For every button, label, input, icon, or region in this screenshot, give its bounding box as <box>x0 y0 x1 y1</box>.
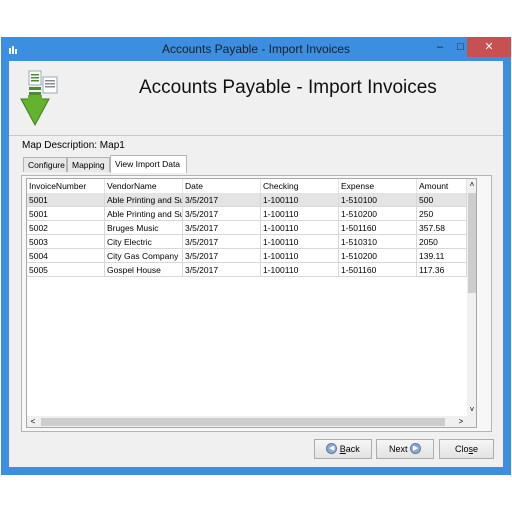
tab-mapping[interactable]: Mapping <box>67 157 110 172</box>
next-button[interactable]: Next ▶ <box>376 439 434 459</box>
cell-amount[interactable]: 250 <box>417 207 467 221</box>
back-button-label: ack <box>345 444 360 454</box>
scroll-right-icon[interactable]: > <box>455 416 467 427</box>
horizontal-scroll-thumb[interactable] <box>41 418 445 426</box>
minimize-button[interactable]: – <box>426 37 454 57</box>
tab-label: Mapping <box>72 160 105 170</box>
minimize-icon: – <box>436 41 444 53</box>
cell-expense[interactable]: 1-510100 <box>339 193 417 207</box>
cell-expense[interactable]: 1-501160 <box>339 263 417 277</box>
back-button[interactable]: ◀ Back <box>314 439 372 459</box>
cell-vendor-name[interactable]: Bruges Music <box>105 221 183 235</box>
column-header-expense[interactable]: Expense <box>339 179 417 193</box>
cell-checking[interactable]: 1-100110 <box>261 221 339 235</box>
scroll-left-icon[interactable]: < <box>27 416 39 427</box>
vertical-scrollbar[interactable]: ˄ ˅ <box>467 179 476 416</box>
table-row[interactable]: 5002 Bruges Music 3/5/2017 1-100110 1-50… <box>27 221 467 235</box>
cell-vendor-name[interactable]: Able Printing and Su <box>105 207 183 221</box>
column-header-invoice-number[interactable]: InvoiceNumber <box>27 179 105 193</box>
table-row[interactable]: 5003 City Electric 3/5/2017 1-100110 1-5… <box>27 235 467 249</box>
scrollbar-corner <box>467 416 476 427</box>
cell-invoice-number[interactable]: 5001 <box>27 193 105 207</box>
table-row[interactable]: 5005 Gospel House 3/5/2017 1-100110 1-50… <box>27 263 467 277</box>
close-window-button[interactable]: ✕ <box>467 37 511 57</box>
cell-amount[interactable]: 139.11 <box>417 249 467 263</box>
column-header-vendor-name[interactable]: VendorName <box>105 179 183 193</box>
cell-checking[interactable]: 1-100110 <box>261 207 339 221</box>
page-title: Accounts Payable - Import Invoices <box>139 77 437 98</box>
scroll-up-icon[interactable]: ˄ <box>467 179 476 191</box>
column-header-checking[interactable]: Checking <box>261 179 339 193</box>
cell-amount[interactable]: 2050 <box>417 235 467 249</box>
cell-expense[interactable]: 1-510200 <box>339 249 417 263</box>
horizontal-scrollbar[interactable]: < > <box>27 416 467 427</box>
next-button-label: Next <box>388 444 408 454</box>
cell-checking[interactable]: 1-100110 <box>261 249 339 263</box>
table-row[interactable]: 5004 City Gas Company 3/5/2017 1-100110 … <box>27 249 467 263</box>
tab-label: Configure <box>28 160 65 170</box>
cell-vendor-name[interactable]: Able Printing and Su <box>105 193 183 207</box>
tab-configure[interactable]: Configure <box>23 157 67 172</box>
grid-header: InvoiceNumber VendorName Date Checking E… <box>27 179 467 193</box>
dialog-client-area: Accounts Payable - Import Invoices Map D… <box>9 61 503 467</box>
cell-invoice-number[interactable]: 5002 <box>27 221 105 235</box>
cell-vendor-name[interactable]: City Gas Company <box>105 249 183 263</box>
cell-invoice-number[interactable]: 5001 <box>27 207 105 221</box>
vertical-scroll-thumb[interactable] <box>468 193 476 293</box>
cell-invoice-number[interactable]: 5003 <box>27 235 105 249</box>
next-arrow-icon: ▶ <box>410 443 422 455</box>
import-data-grid[interactable]: InvoiceNumber VendorName Date Checking E… <box>26 178 477 428</box>
cell-amount[interactable]: 117.36 <box>417 263 467 277</box>
tab-label: View Import Data <box>115 159 181 169</box>
cell-date[interactable]: 3/5/2017 <box>183 193 261 207</box>
import-document-arrow-icon <box>20 70 58 127</box>
app-window: Accounts Payable - Import Invoices – □ ✕… <box>1 37 511 475</box>
cell-vendor-name[interactable]: City Electric <box>105 235 183 249</box>
cell-amount[interactable]: 500 <box>417 193 467 207</box>
cell-amount[interactable]: 357.58 <box>417 221 467 235</box>
close-icon: ✕ <box>484 41 494 53</box>
close-button-label-rest: e <box>473 444 479 454</box>
scroll-down-icon[interactable]: ˅ <box>467 404 476 416</box>
back-arrow-icon: ◀ <box>326 443 338 455</box>
cell-date[interactable]: 3/5/2017 <box>183 221 261 235</box>
cell-expense[interactable]: 1-501160 <box>339 221 417 235</box>
cell-checking[interactable]: 1-100110 <box>261 263 339 277</box>
cell-vendor-name[interactable]: Gospel House <box>105 263 183 277</box>
cell-expense[interactable]: 1-510200 <box>339 207 417 221</box>
table-row[interactable]: 5001 Able Printing and Su 3/5/2017 1-100… <box>27 207 467 221</box>
cell-invoice-number[interactable]: 5004 <box>27 249 105 263</box>
cell-date[interactable]: 3/5/2017 <box>183 249 261 263</box>
cell-checking[interactable]: 1-100110 <box>261 193 339 207</box>
cell-checking[interactable]: 1-100110 <box>261 235 339 249</box>
close-button[interactable]: Close <box>439 439 494 459</box>
cell-date[interactable]: 3/5/2017 <box>183 207 261 221</box>
maximize-button[interactable]: □ <box>454 37 467 57</box>
map-description: Map Description: Map1 <box>22 140 125 151</box>
cell-expense[interactable]: 1-510310 <box>339 235 417 249</box>
cell-date[interactable]: 3/5/2017 <box>183 263 261 277</box>
cell-date[interactable]: 3/5/2017 <box>183 235 261 249</box>
cell-invoice-number[interactable]: 5005 <box>27 263 105 277</box>
tab-view-import-data[interactable]: View Import Data <box>110 155 187 173</box>
close-button-label-pre: Clo <box>454 444 469 454</box>
header-divider <box>9 135 503 136</box>
table-row[interactable]: 5001 Able Printing and Su 3/5/2017 1-100… <box>27 193 467 207</box>
column-header-date[interactable]: Date <box>183 179 261 193</box>
column-header-amount[interactable]: Amount <box>417 179 467 193</box>
title-bar[interactable]: Accounts Payable - Import Invoices – □ ✕ <box>1 37 511 61</box>
maximize-icon: □ <box>457 41 464 53</box>
